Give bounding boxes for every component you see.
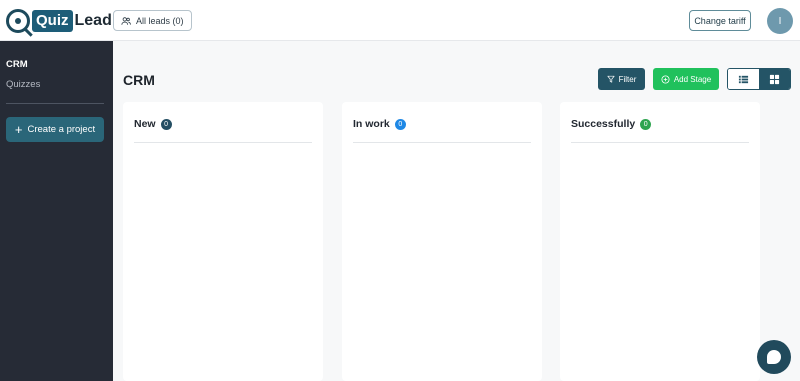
logo-text-quiz: Quiz [32, 10, 73, 32]
stage-column-successfully: Successfully 0 [560, 102, 760, 381]
list-view-button[interactable] [728, 69, 759, 89]
top-bar: Quiz Lead All leads (0) Change tariff I [0, 0, 800, 41]
sidebar-divider [6, 103, 104, 104]
create-project-button[interactable]: + Create a project [6, 117, 104, 142]
stage-divider [571, 142, 749, 143]
stage-title: In work [353, 118, 390, 130]
change-tariff-button[interactable]: Change tariff [689, 10, 751, 31]
stage-count-badge: 0 [394, 118, 406, 130]
stage-column-in-work: In work 0 [342, 102, 542, 381]
chat-icon [767, 350, 781, 364]
user-avatar[interactable]: I [767, 8, 793, 34]
sidebar-item-crm[interactable]: CRM [6, 59, 28, 70]
plus-circle-icon [661, 74, 670, 84]
add-stage-button[interactable]: Add Stage [653, 68, 719, 90]
view-mode-toggle [727, 68, 791, 90]
page-title: CRM [123, 72, 155, 88]
stage-divider [353, 142, 531, 143]
users-icon [121, 16, 131, 25]
create-project-label: Create a project [27, 124, 96, 135]
stage-count-badge: 0 [160, 118, 172, 130]
stage-divider [134, 142, 312, 143]
list-icon [738, 75, 749, 83]
filter-label: Filter [618, 74, 637, 84]
stage-title: Successfully [571, 118, 636, 130]
plus-icon: + [14, 121, 23, 137]
quizlead-logo[interactable]: Quiz Lead [6, 7, 112, 37]
all-leads-label: All leads (0) [136, 15, 184, 26]
stage-header[interactable]: Successfully 0 [571, 118, 652, 130]
logo-magnifier-icon [6, 9, 33, 37]
stage-count-badge: 0 [640, 118, 652, 130]
all-leads-button[interactable]: All leads (0) [113, 10, 192, 31]
sidebar-item-quizzes[interactable]: Quizzes [6, 79, 40, 90]
filter-icon [607, 75, 615, 83]
filter-button[interactable]: Filter [598, 68, 645, 90]
logo-text-lead: Lead [74, 12, 112, 29]
add-stage-label: Add Stage [673, 74, 712, 84]
stage-column-new: New 0 [123, 102, 323, 381]
stage-header[interactable]: New 0 [134, 118, 172, 130]
main-content: CRM Filter Add Stage New 0 In work 0 Suc… [113, 41, 800, 381]
stage-header[interactable]: In work 0 [353, 118, 406, 130]
sidebar: CRM Quizzes + Create a project [0, 41, 113, 381]
grid-icon [769, 74, 780, 84]
stage-title: New [134, 118, 156, 130]
board-view-button[interactable] [759, 69, 790, 89]
chat-widget-button[interactable] [757, 340, 791, 374]
